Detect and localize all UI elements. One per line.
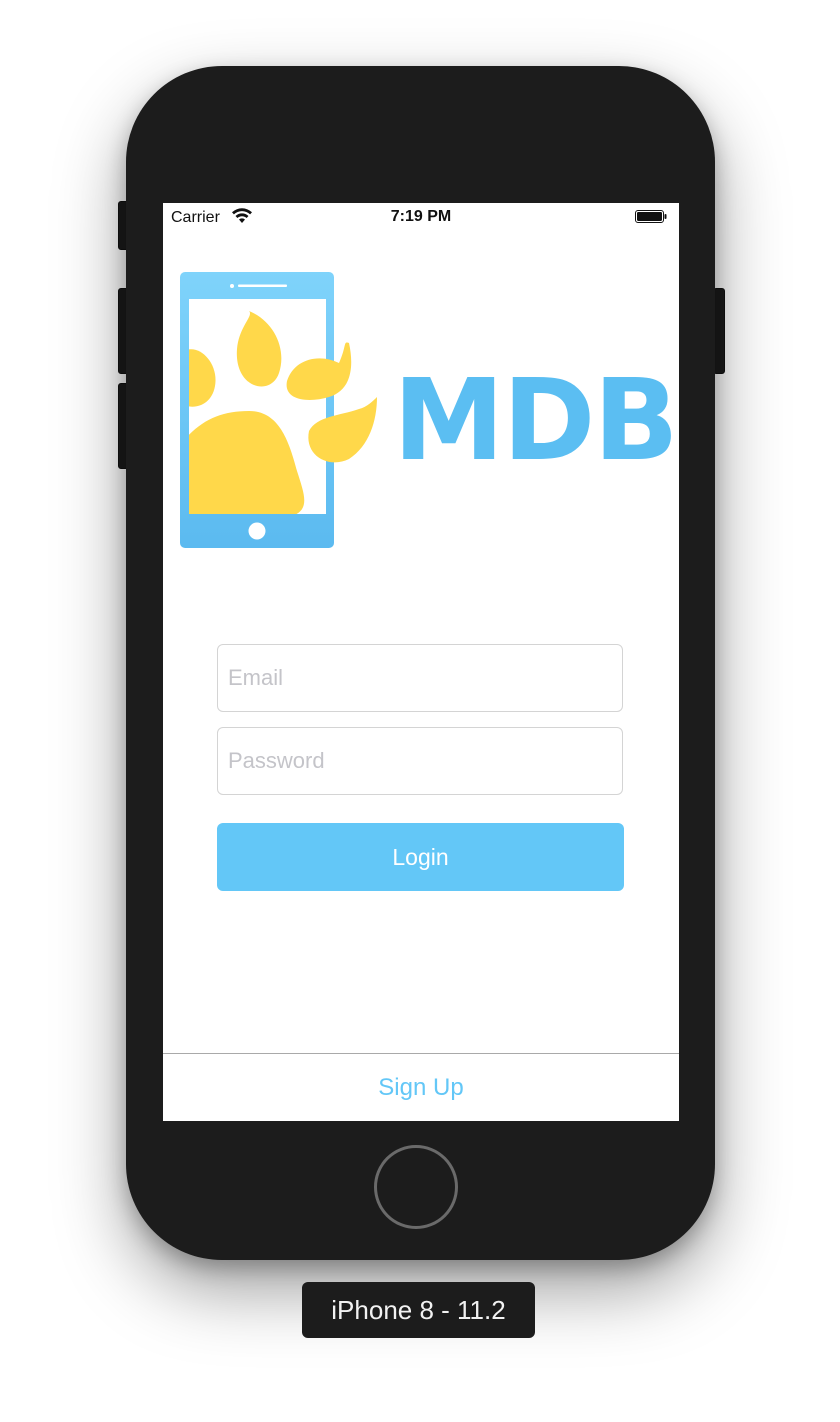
app-logo: MDB [179, 271, 679, 549]
simulator-window: Carrier 7:19 PM MDB Email Login Sign Up … [0, 0, 840, 1422]
app-screen: Carrier 7:19 PM MDB Email Login Sign Up [163, 203, 679, 1121]
login-button[interactable]: Login [217, 823, 624, 891]
home-button[interactable] [374, 1145, 458, 1229]
bottom-bar: Sign Up [163, 1053, 679, 1121]
device-label: iPhone 8 - 11.2 [302, 1282, 535, 1338]
status-bar: Carrier 7:19 PM [163, 203, 679, 231]
sign-up-button[interactable]: Sign Up [163, 1054, 679, 1121]
email-field[interactable] [217, 644, 623, 712]
logo-text: MDB [393, 356, 679, 486]
status-time: 7:19 PM [390, 208, 452, 225]
phone-paw-icon [180, 272, 377, 548]
password-field[interactable] [217, 727, 623, 795]
battery-icon [635, 210, 667, 223]
